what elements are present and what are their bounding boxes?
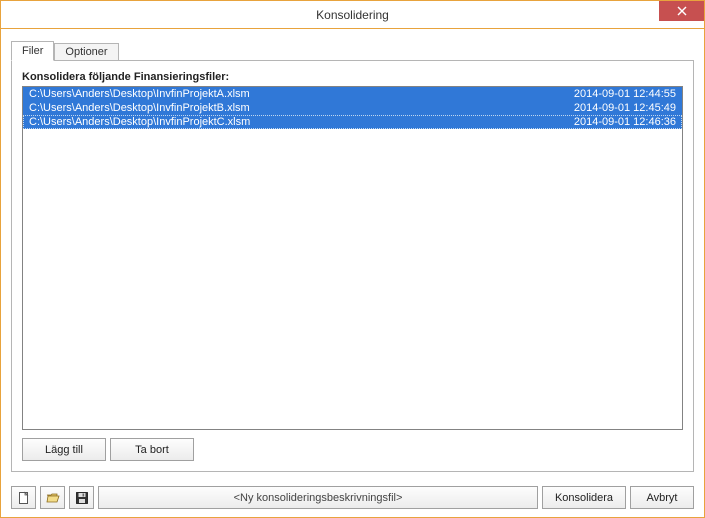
file-timestamp: 2014-09-01 12:44:55 [554, 87, 676, 101]
tab-panel-filer: Konsolidera följande Finansieringsfiler:… [11, 61, 694, 472]
window-title: Konsolidering [316, 8, 389, 22]
cancel-button[interactable]: Avbryt [630, 486, 694, 509]
tab-optioner[interactable]: Optioner [54, 43, 118, 61]
bottom-toolbar: <Ny konsolideringsbeskrivningsfil> Konso… [1, 480, 704, 517]
list-buttons-row: Lägg till Ta bort [22, 438, 683, 461]
save-file-button[interactable] [69, 486, 94, 509]
open-file-button[interactable] [40, 486, 65, 509]
file-path: C:\Users\Anders\Desktop\InvfinProjektA.x… [29, 87, 250, 101]
new-file-button[interactable] [11, 486, 36, 509]
tab-filer[interactable]: Filer [11, 41, 54, 61]
list-item[interactable]: C:\Users\Anders\Desktop\InvfinProjektA.x… [23, 87, 682, 101]
add-button[interactable]: Lägg till [22, 438, 106, 461]
titlebar: Konsolidering [1, 1, 704, 29]
file-timestamp: 2014-09-01 12:46:36 [554, 115, 676, 129]
open-folder-icon [46, 491, 60, 505]
content-area: Filer Optioner Konsolidera följande Fina… [1, 29, 704, 480]
list-item[interactable]: C:\Users\Anders\Desktop\InvfinProjektC.x… [23, 115, 682, 129]
file-path: C:\Users\Anders\Desktop\InvfinProjektB.x… [29, 101, 250, 115]
tab-bottom-border [11, 60, 694, 61]
file-path: C:\Users\Anders\Desktop\InvfinProjektC.x… [29, 115, 250, 129]
file-timestamp: 2014-09-01 12:45:49 [554, 101, 676, 115]
new-file-icon [17, 491, 31, 505]
file-list-label: Konsolidera följande Finansieringsfiler: [22, 71, 683, 83]
file-listbox[interactable]: C:\Users\Anders\Desktop\InvfinProjektA.x… [22, 86, 683, 430]
consolidate-button[interactable]: Konsolidera [542, 486, 626, 509]
list-item[interactable]: C:\Users\Anders\Desktop\InvfinProjektB.x… [23, 101, 682, 115]
description-file-placeholder: <Ny konsolideringsbeskrivningsfil> [234, 492, 403, 504]
remove-button[interactable]: Ta bort [110, 438, 194, 461]
close-icon [677, 6, 687, 16]
dialog-window: Konsolidering Filer Optioner Konsolidera… [0, 0, 705, 518]
description-file-field[interactable]: <Ny konsolideringsbeskrivningsfil> [98, 486, 538, 509]
save-floppy-icon [75, 491, 89, 505]
close-button[interactable] [659, 1, 704, 21]
tab-bar: Filer Optioner [11, 39, 694, 61]
